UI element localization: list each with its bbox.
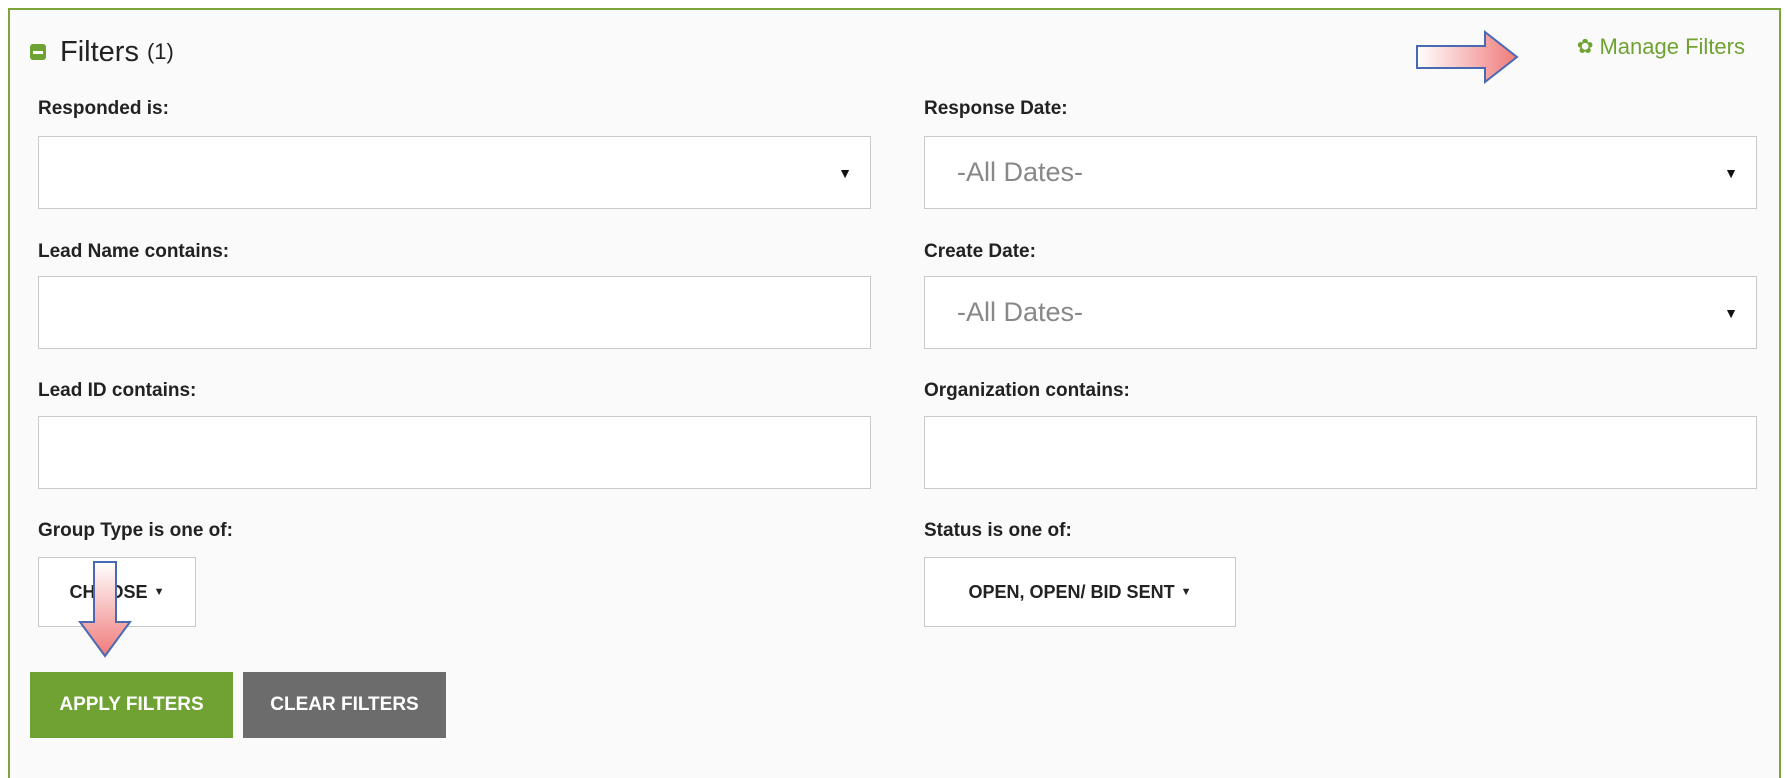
responded-select[interactable]: ▼: [38, 136, 871, 209]
chevron-down-icon: ▼: [838, 164, 852, 181]
organization-input[interactable]: [925, 417, 1756, 488]
lead-name-label: Lead Name contains:: [38, 241, 230, 262]
response-date-label: Response Date:: [924, 98, 1068, 119]
response-date-select[interactable]: -All Dates- ▼: [924, 136, 1757, 209]
create-date-label: Create Date:: [924, 241, 1036, 262]
apply-filters-button[interactable]: APPLY FILTERS: [30, 672, 233, 738]
status-label: Status is one of:: [924, 520, 1072, 541]
create-date-select[interactable]: -All Dates- ▼: [924, 276, 1757, 349]
filters-panel: [8, 8, 1781, 778]
filters-count: (1): [146, 39, 174, 64]
lead-name-field[interactable]: [38, 276, 871, 349]
group-type-label: Group Type is one of:: [38, 520, 233, 541]
clear-filters-button[interactable]: CLEAR FILTERS: [243, 672, 446, 738]
manage-filters-link[interactable]: ✿ Manage Filters: [1577, 34, 1745, 60]
create-date-value: -All Dates-: [957, 297, 1084, 327]
caret-down-icon: ▼: [1180, 586, 1192, 598]
arrow-down-icon: [78, 561, 132, 658]
lead-id-input[interactable]: [39, 417, 870, 488]
arrow-right-icon: [1416, 30, 1519, 84]
organization-field[interactable]: [924, 416, 1757, 489]
caret-down-icon: ▼: [153, 586, 165, 598]
response-date-value: -All Dates-: [957, 157, 1084, 187]
gear-icon: ✿: [1576, 36, 1594, 58]
filters-header[interactable]: Filters (1): [30, 32, 174, 72]
status-dropdown[interactable]: OPEN, OPEN/ BID SENT ▼: [924, 557, 1236, 627]
lead-name-input[interactable]: [39, 277, 870, 348]
lead-id-label: Lead ID contains:: [38, 380, 197, 401]
responded-label: Responded is:: [38, 98, 169, 119]
organization-label: Organization contains:: [924, 380, 1130, 401]
chevron-down-icon: ▼: [1724, 304, 1738, 321]
filters-title: Filters: [60, 35, 139, 68]
status-value: OPEN, OPEN/ BID SENT: [968, 581, 1175, 602]
chevron-down-icon: ▼: [1724, 164, 1738, 181]
manage-filters-label: Manage Filters: [1599, 34, 1745, 59]
lead-id-field[interactable]: [38, 416, 871, 489]
minus-square-icon[interactable]: [30, 44, 46, 60]
